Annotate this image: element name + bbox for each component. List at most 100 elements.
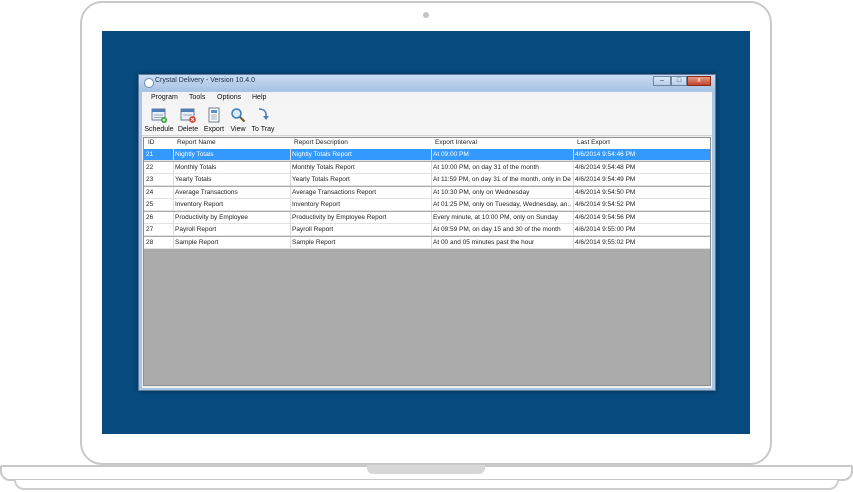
window-title: Crystal Delivery - Version 10.4.0 (155, 77, 255, 84)
camera-icon (423, 12, 429, 18)
table-row[interactable]: 24 Average Transactions Average Transactio… (144, 186, 710, 199)
menu-options[interactable]: Options (217, 94, 241, 101)
cell-report-description: Nightly Totals Report (292, 151, 352, 158)
column-divider (290, 149, 291, 161)
column-divider (173, 161, 174, 174)
cell-export-interval: Every minute, at 10:00 PM, only on Sunda… (433, 213, 559, 221)
cell-id: 26 (146, 213, 154, 221)
table-row[interactable]: 21 Nightly Totals Nightly Totals Report At … (144, 149, 710, 161)
column-divider (573, 224, 574, 236)
column-divider (573, 186, 574, 199)
cell-last-export: 4/6/2014 9:54:46 PM (575, 151, 636, 158)
column-divider (431, 211, 432, 224)
column-divider (290, 211, 291, 224)
column-divider (173, 149, 174, 161)
to-tray-button[interactable]: To Tray (250, 106, 276, 134)
cell-id: 23 (146, 176, 154, 183)
reports-table: ID Report Name Report Description Export… (143, 137, 711, 386)
table-row[interactable]: 22 Monthly Totals Monthly Totals Report At … (144, 161, 710, 174)
delete-icon (180, 108, 196, 123)
cell-last-export: 4/6/2014 9:54:49 PM (575, 176, 636, 183)
column-header-export-interval[interactable]: Export Interval (435, 139, 570, 146)
column-divider (431, 224, 432, 236)
table-row[interactable]: 28 Sample Report Sample Report At 00 and 05… (144, 236, 710, 249)
column-divider (431, 149, 432, 161)
menu-program[interactable]: Program (151, 94, 178, 101)
cell-last-export: 4/6/2014 9:54:48 PM (575, 163, 636, 171)
toolbar: Schedule Delete Export View To Tray (142, 105, 712, 136)
schedule-icon (151, 108, 167, 123)
client-area: Program Tools Options Help Schedule Dele… (142, 92, 712, 388)
column-divider (290, 161, 291, 174)
laptop-base-bottom (14, 480, 839, 490)
column-header-last-export[interactable]: Last Export (577, 139, 697, 146)
app-window: Crystal Delivery - Version 10.4.0 – □ x … (138, 74, 716, 391)
column-divider (173, 186, 174, 199)
cell-report-name: Average Transactions (175, 188, 238, 196)
cell-last-export: 4/6/2014 9:54:52 PM (575, 201, 636, 208)
column-divider (431, 236, 432, 249)
schedule-label: Schedule (144, 126, 174, 133)
view-label: View (230, 126, 246, 133)
cell-last-export: 4/6/2014 9:54:50 PM (575, 188, 636, 196)
column-divider (290, 174, 291, 186)
column-header-report-description[interactable]: Report Description (294, 139, 424, 146)
maximize-button[interactable]: □ (671, 76, 687, 86)
cell-id: 25 (146, 201, 154, 208)
export-button[interactable]: Export (202, 106, 226, 134)
cell-report-name: Sample Report (175, 238, 219, 246)
table-row[interactable]: 26 Productivity by Employee Productivity b… (144, 211, 710, 224)
cell-export-interval: At 10:00 PM, on day 31 of the month (433, 163, 539, 171)
cell-report-description: Productivity by Employee Report (292, 213, 387, 221)
column-divider (173, 199, 174, 211)
cell-report-name: Monthly Totals (175, 163, 217, 171)
cell-id: 28 (146, 238, 154, 246)
cell-report-name: Productivity by Employee (175, 213, 248, 221)
column-divider (173, 174, 174, 186)
cell-export-interval: At 09:59 PM, on day 15 and 30 of the mon… (433, 226, 561, 233)
column-divider (573, 211, 574, 224)
column-divider (573, 174, 574, 186)
delete-button[interactable]: Delete (176, 106, 200, 134)
table-row[interactable]: 25 Inventory Report Inventory Report At 01:… (144, 199, 710, 211)
menu-tools[interactable]: Tools (189, 94, 205, 101)
to-tray-label: To Tray (251, 126, 275, 133)
cell-report-name: Nightly Totals (175, 151, 214, 158)
minimize-button[interactable]: – (653, 76, 671, 86)
column-divider (290, 224, 291, 236)
cell-export-interval: At 00 and 05 minutes past the hour (433, 238, 535, 246)
to-tray-icon (258, 108, 269, 120)
column-divider (173, 236, 174, 249)
table-row[interactable]: 23 Yearly Totals Yearly Totals Report At 11… (144, 174, 710, 186)
view-button[interactable]: View (228, 106, 248, 134)
column-divider (173, 211, 174, 224)
column-divider (173, 224, 174, 236)
cell-export-interval: At 09:00 PM (433, 151, 469, 158)
view-icon (231, 108, 246, 123)
schedule-button[interactable]: Schedule (144, 106, 174, 134)
cell-report-description: Average Transactions Report (292, 188, 377, 196)
menu-help[interactable]: Help (252, 94, 266, 101)
cell-id: 24 (146, 188, 154, 196)
column-header-id[interactable]: ID (148, 139, 172, 146)
column-divider (573, 149, 574, 161)
column-divider (431, 186, 432, 199)
laptop-notch (367, 465, 485, 474)
title-bar[interactable]: Crystal Delivery - Version 10.4.0 – □ x (139, 75, 715, 91)
table-row[interactable]: 27 Payroll Report Payroll Report At 09:59 P… (144, 224, 710, 236)
cell-export-interval: At 11:59 PM, on day 31 of the month, onl… (433, 176, 571, 183)
column-divider (573, 161, 574, 174)
cell-export-interval: At 01:25 PM, only on Tuesday, Wednesday,… (433, 201, 571, 208)
export-icon (208, 107, 220, 123)
column-divider (290, 236, 291, 249)
app-icon (144, 78, 154, 88)
column-header-report-name[interactable]: Report Name (177, 139, 287, 146)
column-divider (431, 199, 432, 211)
cell-id: 22 (146, 163, 154, 171)
delete-label: Delete (177, 126, 199, 133)
cell-last-export: 4/6/2014 9:55:02 PM (575, 238, 636, 246)
close-button[interactable]: x (687, 76, 711, 86)
cell-id: 21 (146, 151, 154, 158)
cell-id: 27 (146, 226, 154, 233)
cell-report-description: Yearly Totals Report (292, 176, 350, 183)
